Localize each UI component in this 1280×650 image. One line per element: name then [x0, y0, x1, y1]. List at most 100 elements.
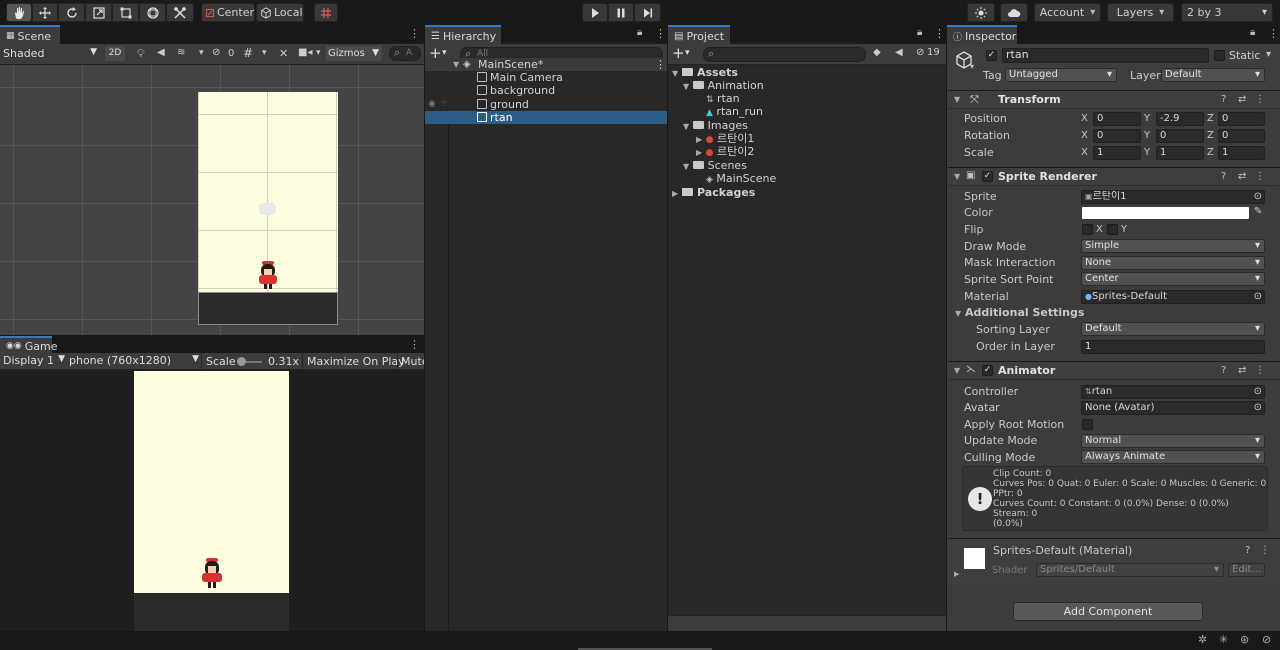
list-item[interactable]: ▶ ● 르탄이1: [696, 132, 754, 145]
sort-point-dropdown[interactable]: Center: [1081, 272, 1265, 286]
object-picker-icon[interactable]: ⊙: [1254, 402, 1262, 414]
z-axis-label[interactable]: Z: [1207, 113, 1214, 124]
folder-images[interactable]: ▼ Images: [683, 119, 748, 132]
resolution-dropdown[interactable]: phone (760x1280) ▼: [69, 354, 199, 367]
y-axis-label[interactable]: Y: [1144, 130, 1150, 141]
draw-mode-dropdown[interactable]: Simple: [1081, 239, 1265, 253]
expand-arrow-icon[interactable]: ▼: [683, 162, 689, 171]
more-icon[interactable]: ⋮: [1255, 94, 1265, 105]
shading-dropdown[interactable]: Shaded ▼: [3, 47, 99, 61]
network-icon[interactable]: ⊛: [1240, 633, 1249, 646]
avatar-field[interactable]: None (Avatar) ⊙: [1081, 401, 1265, 415]
more-icon[interactable]: ⋮: [655, 27, 666, 40]
list-item[interactable]: ◉ ☝︎ ground: [425, 98, 667, 111]
maximize-on-play-toggle[interactable]: Maximize On Play: [307, 355, 405, 368]
object-picker-icon[interactable]: ⊙: [1254, 191, 1262, 203]
list-item[interactable]: Main Camera: [425, 71, 667, 84]
help-icon[interactable]: ?: [1245, 545, 1250, 556]
transform-header[interactable]: ▼ ⤧ Transform ? ⇄ ⋮: [948, 90, 1280, 109]
tab-game[interactable]: ◉◉ Game: [0, 336, 57, 353]
game-viewport[interactable]: [0, 371, 424, 631]
eye-icon[interactable]: ◉: [428, 98, 436, 111]
enabled-checkbox[interactable]: ✓: [982, 171, 993, 182]
more-icon[interactable]: ⋮: [934, 27, 945, 40]
tag-dropdown[interactable]: Untagged: [1005, 68, 1117, 82]
edit-shader-button[interactable]: Edit...: [1228, 563, 1265, 577]
x-axis-label[interactable]: X: [1081, 113, 1088, 124]
services-button[interactable]: [967, 3, 995, 22]
pick-icon[interactable]: ☝︎: [441, 98, 446, 111]
material-field[interactable]: ●Sprites-Default ⊙: [1081, 290, 1265, 304]
account-dropdown[interactable]: Account: [1034, 3, 1101, 22]
chevron-down-icon[interactable]: ▾: [970, 62, 974, 71]
tab-project[interactable]: ▤ Project: [668, 25, 730, 44]
fold-arrow-icon[interactable]: ▼: [954, 95, 960, 104]
custom-tool-button[interactable]: [166, 3, 194, 22]
folder-animation[interactable]: ▼ Animation: [683, 79, 764, 92]
mask-interaction-dropdown[interactable]: None: [1081, 256, 1265, 270]
y-axis-label[interactable]: Y: [1144, 147, 1150, 158]
object-picker-icon[interactable]: ⊙: [1254, 386, 1262, 398]
expand-arrow-icon[interactable]: ▶: [696, 148, 702, 157]
grid-snap-button[interactable]: [314, 3, 338, 22]
tag-icon[interactable]: ◀: [895, 47, 903, 58]
layers-dropdown[interactable]: Layers: [1107, 3, 1174, 22]
chevron-down-icon[interactable]: ▾: [442, 48, 447, 58]
display-dropdown[interactable]: Display 1 ▼: [3, 354, 65, 367]
fold-arrow-icon[interactable]: ▼: [954, 172, 960, 181]
tab-inspector[interactable]: ⓘ Inspector: [947, 25, 1017, 44]
culling-mode-dropdown[interactable]: Always Animate: [1081, 450, 1265, 464]
pivot-local-button[interactable]: Local: [256, 3, 304, 22]
expand-arrow-icon[interactable]: ▶: [672, 189, 678, 198]
filter-type-icon[interactable]: ◆: [873, 47, 881, 58]
transform-tool-button[interactable]: [139, 3, 166, 22]
expand-arrow-icon[interactable]: ▼: [683, 122, 689, 131]
z-axis-label[interactable]: Z: [1207, 147, 1214, 158]
y-axis-label[interactable]: Y: [1144, 113, 1150, 124]
preset-icon[interactable]: ⇄: [1238, 365, 1246, 376]
cloud-button[interactable]: [1000, 3, 1028, 22]
list-item[interactable]: ⇅ rtan: [706, 92, 740, 105]
expand-arrow-icon[interactable]: ▼: [453, 58, 459, 71]
scene-row[interactable]: ▼ ◈ MainScene* ⋮: [425, 58, 667, 71]
additional-settings-foldout[interactable]: ▼ Additional Settings: [955, 306, 1084, 320]
layout-dropdown[interactable]: 2 by 3 ▾: [1181, 3, 1273, 22]
add-component-button[interactable]: Add Component: [1013, 602, 1203, 621]
check-icon[interactable]: ⊘: [1262, 633, 1271, 646]
hidden-packages-icon[interactable]: ⊘: [916, 47, 924, 58]
2d-toggle-button[interactable]: 2D: [105, 46, 125, 61]
rect-tool-button[interactable]: [112, 3, 139, 22]
more-icon[interactable]: ⋮: [1260, 545, 1270, 556]
lock-icon[interactable]: 🔒︎: [1250, 27, 1255, 38]
folder-packages[interactable]: ▶ Packages: [672, 186, 755, 199]
pivot-center-button[interactable]: Center: [201, 3, 255, 22]
list-item[interactable]: background: [425, 84, 667, 97]
preset-icon[interactable]: ⇄: [1238, 171, 1246, 182]
name-field[interactable]: rtan: [1002, 48, 1209, 63]
layer-dropdown[interactable]: Default: [1161, 68, 1265, 82]
object-picker-icon[interactable]: ⊙: [1254, 291, 1262, 303]
active-checkbox[interactable]: ✓: [986, 50, 997, 61]
mute-toggle[interactable]: Mute: [401, 355, 424, 368]
flip-x-checkbox[interactable]: [1082, 224, 1093, 235]
more-icon[interactable]: ⋮: [409, 338, 420, 351]
move-tool-button[interactable]: [32, 3, 58, 22]
scene-viewport[interactable]: [0, 65, 424, 335]
lighting-icon[interactable]: 💡︎: [137, 47, 145, 61]
folder-scenes[interactable]: ▼ Scenes: [683, 159, 747, 172]
tab-scene[interactable]: ▦ Scene: [0, 25, 60, 44]
controller-field[interactable]: ⇅rtan ⊙: [1081, 385, 1265, 399]
more-icon[interactable]: ⋮: [1255, 171, 1265, 182]
fold-arrow-icon[interactable]: ▶: [954, 570, 959, 578]
lock-icon[interactable]: 🔒︎: [637, 27, 642, 38]
more-icon[interactable]: ⋮: [409, 27, 420, 40]
order-in-layer-field[interactable]: 1: [1081, 340, 1265, 354]
preset-icon[interactable]: ⇄: [1238, 94, 1246, 105]
sprite-field[interactable]: ▣르탄이1 ⊙: [1081, 190, 1265, 204]
chevron-down-icon[interactable]: ▾: [316, 48, 321, 58]
chevron-down-icon[interactable]: ▾: [199, 48, 204, 58]
eyedropper-icon[interactable]: ✎: [1254, 206, 1262, 217]
scale-z-field[interactable]: 1: [1218, 146, 1265, 160]
chevron-down-icon[interactable]: ▾: [1266, 49, 1271, 60]
chevron-down-icon[interactable]: ▾: [685, 48, 690, 58]
